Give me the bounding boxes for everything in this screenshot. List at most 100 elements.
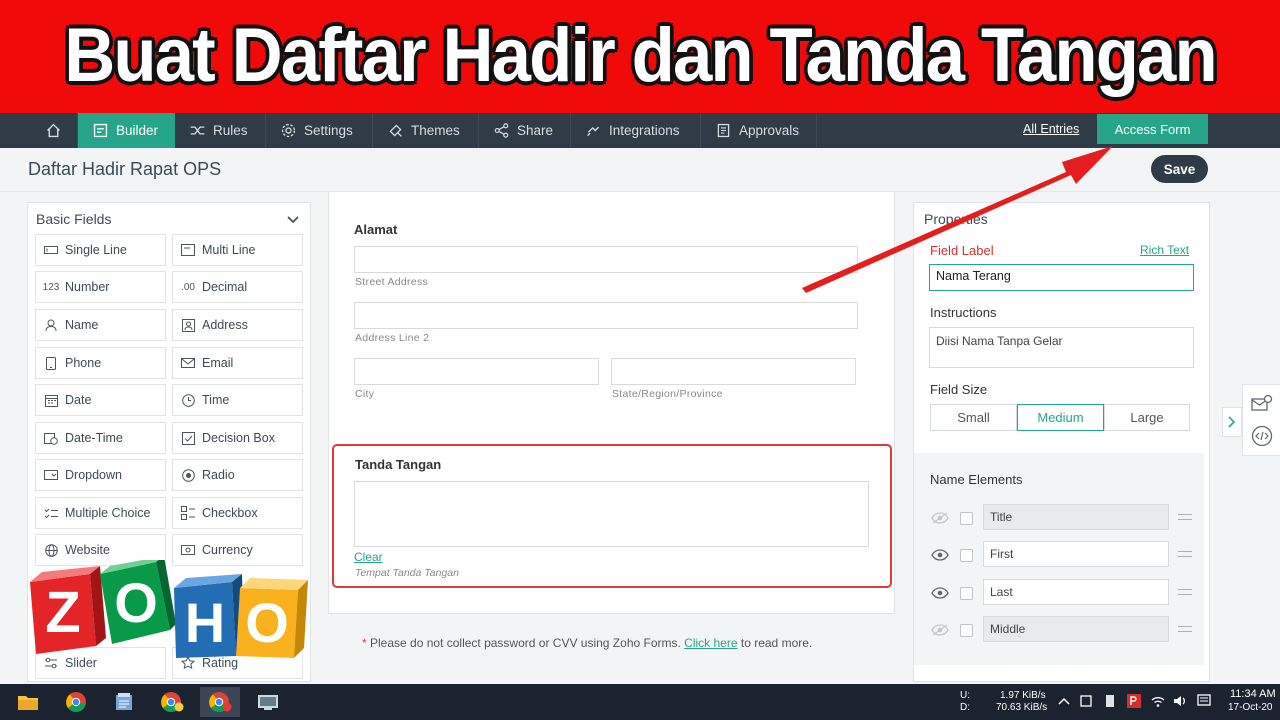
field-date[interactable]: Date xyxy=(35,384,166,416)
chrome-icon[interactable] xyxy=(56,687,96,717)
calendar-icon xyxy=(44,393,58,407)
single-line-icon xyxy=(44,243,58,257)
field-checkbox[interactable]: Checkbox xyxy=(172,497,303,529)
chrome-profile-icon[interactable] xyxy=(152,687,192,717)
state-sublabel: State/Region/Province xyxy=(612,388,723,400)
nav-rules[interactable]: Rules xyxy=(175,113,266,148)
net-down-speed: 70.63 KiB/s xyxy=(996,702,1048,713)
notepad-icon[interactable] xyxy=(104,687,144,717)
network-app-icon[interactable] xyxy=(248,687,288,717)
nav-approvals[interactable]: Approvals xyxy=(701,113,817,148)
nav-home[interactable] xyxy=(30,113,78,148)
chevron-down-icon[interactable] xyxy=(286,212,300,226)
field-label-input[interactable]: Nama Terang xyxy=(929,264,1194,291)
street-address-input[interactable] xyxy=(354,246,858,273)
nav-builder[interactable]: Builder xyxy=(78,113,175,148)
usb-icon[interactable] xyxy=(1102,694,1118,708)
field-label: Number xyxy=(65,280,110,294)
city-input[interactable] xyxy=(354,358,599,385)
gear-icon xyxy=(281,123,296,138)
field-multiple-choice[interactable]: Multiple Choice xyxy=(35,497,166,529)
rules-icon xyxy=(190,126,205,135)
currency-icon xyxy=(181,543,195,557)
signature-clear-link[interactable]: Clear xyxy=(354,550,383,564)
field-label: Decision Box xyxy=(202,431,275,445)
field-number[interactable]: 123 Number xyxy=(35,271,166,303)
clock-time[interactable]: 11:34 AM xyxy=(1230,688,1276,700)
click-here-link[interactable]: Click here xyxy=(684,636,737,650)
nav-settings[interactable]: Settings xyxy=(266,113,373,148)
eye-off-icon[interactable] xyxy=(931,624,949,636)
state-input[interactable] xyxy=(611,358,856,385)
save-button[interactable]: Save xyxy=(1151,155,1208,183)
address-icon xyxy=(181,318,195,332)
size-small-button[interactable]: Small xyxy=(930,404,1017,431)
field-label: Decimal xyxy=(202,280,248,294)
nav-share-label: Share xyxy=(517,123,554,138)
speaker-icon[interactable] xyxy=(1172,694,1188,708)
instructions-textarea[interactable]: Diisi Nama Tanpa Gelar xyxy=(929,327,1194,368)
nav-themes[interactable]: Themes xyxy=(373,113,479,148)
rich-text-link[interactable]: Rich Text xyxy=(1140,243,1189,257)
field-name[interactable]: Name xyxy=(35,309,166,341)
number-icon: 123 xyxy=(42,281,60,293)
name-element-last[interactable]: Last xyxy=(983,579,1169,605)
eye-off-icon[interactable] xyxy=(931,512,949,524)
clock-date[interactable]: 17-Oct-20 xyxy=(1228,702,1272,714)
field-multi-line[interactable]: Multi Line xyxy=(172,234,303,266)
field-decision-box[interactable]: Decision Box xyxy=(172,422,303,454)
field-address[interactable]: Address xyxy=(172,309,303,341)
last-checkbox[interactable] xyxy=(960,587,973,600)
title-checkbox[interactable] xyxy=(960,512,973,525)
zoho-letter-o: O xyxy=(114,571,158,634)
middle-checkbox[interactable] xyxy=(960,624,973,637)
size-medium-button[interactable]: Medium xyxy=(1017,404,1104,431)
nav-share[interactable]: Share xyxy=(479,113,571,148)
title-banner: Buat Daftar Hadir dan Tanda Tangan Onlin… xyxy=(0,0,1280,202)
radio-icon xyxy=(181,468,195,482)
net-up-label: U: xyxy=(960,690,970,701)
address-line2-input[interactable] xyxy=(354,302,858,329)
embed-code-icon[interactable] xyxy=(1251,425,1273,447)
first-checkbox[interactable] xyxy=(960,549,973,562)
drag-handle-icon[interactable] xyxy=(1178,589,1192,595)
name-element-title[interactable]: Title xyxy=(983,504,1169,530)
mail-settings-icon[interactable] xyxy=(1251,393,1273,413)
access-form-button[interactable]: Access Form xyxy=(1097,114,1208,144)
wifi-icon[interactable] xyxy=(1150,694,1166,708)
tray-app-icon[interactable] xyxy=(1078,694,1094,708)
size-large-button[interactable]: Large xyxy=(1104,404,1190,431)
nav-integrations[interactable]: Integrations xyxy=(571,113,701,148)
drag-handle-icon[interactable] xyxy=(1178,626,1192,632)
properties-title: Properties xyxy=(924,211,988,227)
field-label: Date xyxy=(65,393,92,407)
signature-hint: Tempat Tanda Tangan xyxy=(355,567,459,579)
chrome-active-icon[interactable] xyxy=(200,687,240,717)
drag-handle-icon[interactable] xyxy=(1178,551,1192,557)
file-explorer-icon[interactable] xyxy=(8,687,48,717)
field-dropdown[interactable]: Dropdown xyxy=(35,459,166,491)
expand-panel-tab[interactable] xyxy=(1222,407,1242,437)
field-radio[interactable]: Radio xyxy=(172,459,303,491)
field-phone[interactable]: Phone xyxy=(35,347,166,379)
field-date-time[interactable]: Date-Time xyxy=(35,422,166,454)
dropdown-icon xyxy=(44,468,58,482)
eye-icon[interactable] xyxy=(931,549,949,561)
field-single-line[interactable]: Single Line xyxy=(35,234,166,266)
pdf-icon[interactable] xyxy=(1126,694,1142,708)
top-nav: Builder Rules Settings Themes Share Inte… xyxy=(0,113,1280,148)
chevron-up-icon[interactable] xyxy=(1056,694,1072,708)
drag-handle-icon[interactable] xyxy=(1178,514,1192,520)
email-icon xyxy=(181,356,195,370)
field-email[interactable]: Email xyxy=(172,347,303,379)
name-element-middle[interactable]: Middle xyxy=(983,616,1169,642)
name-element-first[interactable]: First xyxy=(983,541,1169,567)
signature-pad[interactable] xyxy=(354,481,869,547)
field-time[interactable]: Time xyxy=(172,384,303,416)
all-entries-link[interactable]: All Entries xyxy=(1023,122,1079,136)
eye-icon[interactable] xyxy=(931,587,949,599)
field-decimal[interactable]: .00 Decimal xyxy=(172,271,303,303)
checkbox-list-icon xyxy=(181,506,195,520)
notification-icon[interactable] xyxy=(1196,694,1212,708)
address-field-label: Alamat xyxy=(354,222,398,237)
